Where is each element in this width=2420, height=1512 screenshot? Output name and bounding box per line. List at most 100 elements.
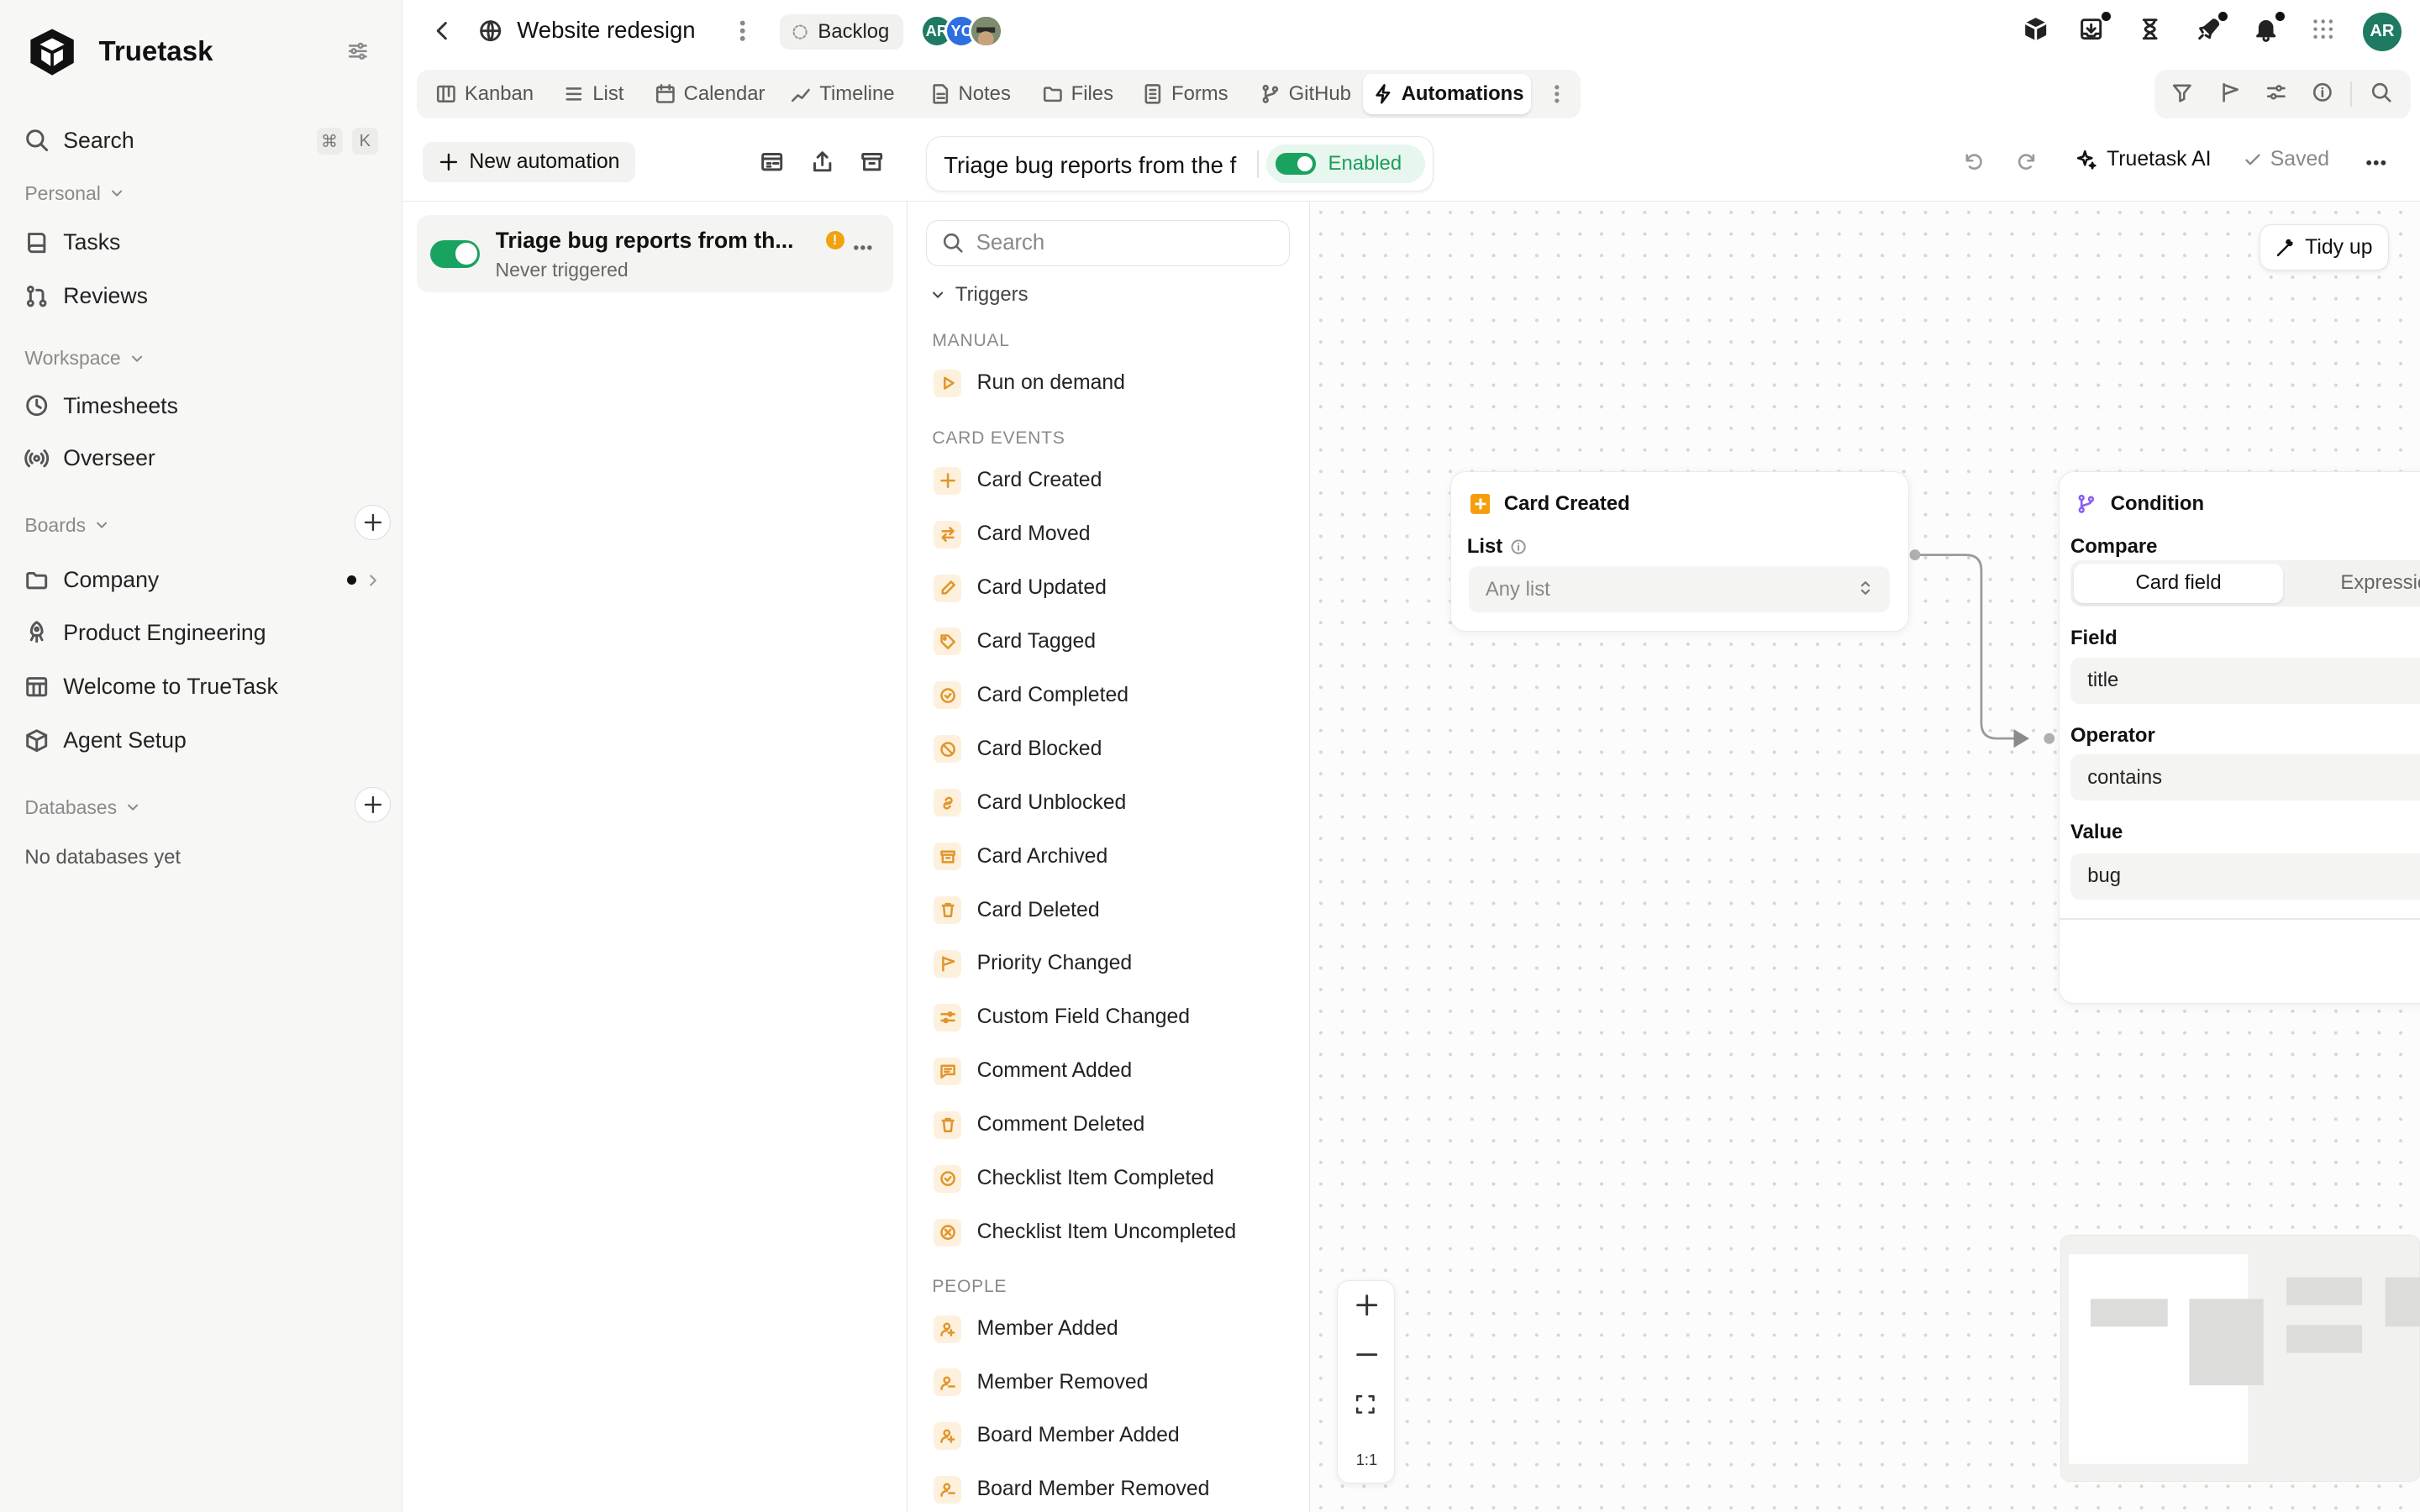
board-title[interactable]: Website redesign (517, 17, 695, 44)
trigger-item-card-moved[interactable]: Card Moved (934, 517, 1091, 551)
template-gallery-icon[interactable] (760, 150, 784, 174)
filter-icon[interactable] (2171, 81, 2193, 103)
bell-icon[interactable] (2254, 10, 2286, 42)
add-database-button[interactable] (355, 786, 391, 822)
trigger-item-comment-deleted[interactable]: Comment Deleted (934, 1108, 1144, 1142)
trigger-item-label: Checklist Item Uncompleted (976, 1221, 1237, 1244)
palette-search-input[interactable]: Search (926, 219, 1291, 266)
back-arrow-icon[interactable] (430, 18, 455, 43)
brand[interactable]: Truetask (24, 24, 213, 80)
zoom-reset-button[interactable]: 1:1 (1338, 1451, 1397, 1469)
sidebar-item-tasks[interactable]: Tasks (24, 223, 120, 260)
sidebar-search[interactable]: Search (24, 122, 134, 159)
section-databases[interactable]: Databases (24, 796, 141, 819)
tab-timeline[interactable]: Timeline (781, 74, 903, 114)
trigger-item-card-tagged[interactable]: Card Tagged (934, 625, 1096, 659)
info-icon[interactable] (2312, 81, 2333, 103)
sidebar-item-agent-setup[interactable]: Agent Setup (24, 722, 187, 759)
section-boards[interactable]: Boards (24, 514, 110, 537)
tabs-more-icon[interactable] (1546, 83, 1568, 105)
flag-icon[interactable] (2219, 81, 2241, 103)
automation-name-field[interactable]: Triage bug reports from the f Enabled (926, 135, 1434, 192)
sidebar-settings-icon[interactable] (347, 40, 369, 62)
archive-icon[interactable] (860, 150, 884, 174)
undo-icon[interactable] (1963, 151, 1985, 173)
tab-files[interactable]: Files (1033, 74, 1123, 114)
cube-icon[interactable] (2023, 17, 2048, 41)
tab-calendar[interactable]: Calendar (645, 74, 775, 114)
trigger-item-custom-field-changed[interactable]: Custom Field Changed (934, 1000, 1190, 1034)
compare-segmented-control[interactable]: Card field Expression (2070, 559, 2420, 606)
inbox-download-icon[interactable] (2079, 10, 2112, 41)
automation-name[interactable]: Triage bug reports from the f (944, 152, 1249, 179)
trigger-item-card-deleted[interactable]: Card Deleted (934, 893, 1100, 927)
export-icon[interactable] (810, 150, 834, 174)
more-horizontal-icon[interactable] (852, 237, 874, 259)
tab-automations[interactable]: Automations (1362, 74, 1531, 114)
trigger-node-card-created[interactable]: Card Created List Any list (1450, 471, 1909, 633)
trigger-item-card-archived[interactable]: Card Archived (934, 839, 1107, 873)
sidebar-item-overseer[interactable]: Overseer (24, 439, 155, 476)
kanban-icon (435, 83, 457, 105)
trigger-item-checklist-item-uncompleted[interactable]: Checklist Item Uncompleted (934, 1215, 1236, 1249)
operator-select[interactable]: contains (2070, 754, 2420, 801)
section-personal[interactable]: Personal (24, 182, 125, 205)
truetask-ai-button[interactable]: Truetask AI (2075, 148, 2212, 171)
sidebar-item-product-engineering[interactable]: Product Engineering (24, 614, 266, 651)
triggers-section-toggle[interactable]: Triggers (929, 283, 1028, 307)
trigger-item-card-updated[interactable]: Card Updated (934, 571, 1107, 605)
more-horizontal-icon[interactable] (2365, 151, 2388, 175)
tab-list[interactable]: List (554, 74, 633, 114)
trigger-item-card-unblocked[interactable]: Card Unblocked (934, 786, 1126, 820)
trigger-item-priority-changed[interactable]: Priority Changed (934, 947, 1132, 980)
tab-github[interactable]: GitHub (1250, 74, 1360, 114)
trigger-item-board-member-added[interactable]: Board Member Added (934, 1419, 1180, 1452)
sidebar-item-company[interactable]: Company (24, 562, 159, 599)
tab-notes[interactable]: Notes (920, 74, 1020, 114)
trigger-item-checklist-item-completed[interactable]: Checklist Item Completed (934, 1162, 1214, 1195)
field-select[interactable]: title (2070, 657, 2420, 704)
sliders-icon[interactable] (2265, 81, 2287, 103)
hourglass-icon[interactable] (2138, 17, 2162, 41)
trigger-item-member-removed[interactable]: Member Removed (934, 1366, 1148, 1399)
trigger-item-card-created[interactable]: Card Created (934, 464, 1102, 497)
rocket-notify-icon[interactable] (2196, 10, 2229, 41)
list-select[interactable]: Any list (1468, 566, 1891, 613)
section-workspace[interactable]: Workspace (24, 347, 145, 370)
automation-list-item[interactable]: Triage bug reports from th... Never trig… (416, 215, 894, 293)
chevron-right-icon[interactable] (364, 571, 382, 590)
enabled-toggle[interactable]: Enabled (1266, 144, 1426, 183)
trigger-item-comment-added[interactable]: Comment Added (934, 1054, 1132, 1088)
value-input[interactable]: bug (2070, 853, 2420, 900)
automation-subtitle: Never triggered (495, 258, 629, 281)
sidebar-item-welcome[interactable]: Welcome to TrueTask (24, 668, 278, 705)
new-automation-button[interactable]: New automation (423, 141, 635, 182)
trigger-item-card-completed[interactable]: Card Completed (934, 679, 1128, 712)
chevron-down-icon (108, 185, 125, 202)
zoom-out-icon[interactable] (1355, 1342, 1379, 1367)
automation-enabled-toggle[interactable] (430, 239, 481, 268)
fit-view-icon[interactable] (1355, 1394, 1376, 1415)
sidebar-item-timesheets[interactable]: Timesheets (24, 387, 178, 424)
workflow-canvas[interactable]: Tidy up Card Created List Any list Condi… (1310, 200, 2420, 1512)
compare-option-expression[interactable]: Expression (2340, 571, 2420, 595)
trigger-item-member-added[interactable]: Member Added (934, 1312, 1118, 1346)
search-icon[interactable] (2370, 81, 2392, 103)
tab-kanban[interactable]: Kanban (426, 74, 543, 114)
trigger-item-run-on-demand[interactable]: Run on demand (934, 366, 1125, 400)
board-menu-icon[interactable] (730, 18, 755, 43)
apps-grid-icon[interactable] (2311, 17, 2335, 41)
add-board-button[interactable] (355, 504, 391, 540)
minimap[interactable] (2060, 1235, 2420, 1483)
user-avatar[interactable]: AR (2362, 12, 2402, 51)
compare-option-card-field[interactable]: Card field (2073, 563, 2284, 604)
tab-forms[interactable]: Forms (1133, 74, 1238, 114)
sidebar-item-reviews[interactable]: Reviews (24, 278, 148, 315)
zoom-in-icon[interactable] (1355, 1293, 1379, 1317)
trigger-item-board-member-removed[interactable]: Board Member Removed (934, 1473, 1209, 1506)
member-avatars[interactable]: AR YC (919, 13, 1003, 48)
condition-node[interactable]: Condition Compare Card field Expression … (2059, 471, 2420, 1004)
redo-icon[interactable] (2016, 151, 2038, 173)
trigger-item-card-blocked[interactable]: Card Blocked (934, 732, 1102, 766)
backlog-badge[interactable]: Backlog (779, 13, 903, 50)
